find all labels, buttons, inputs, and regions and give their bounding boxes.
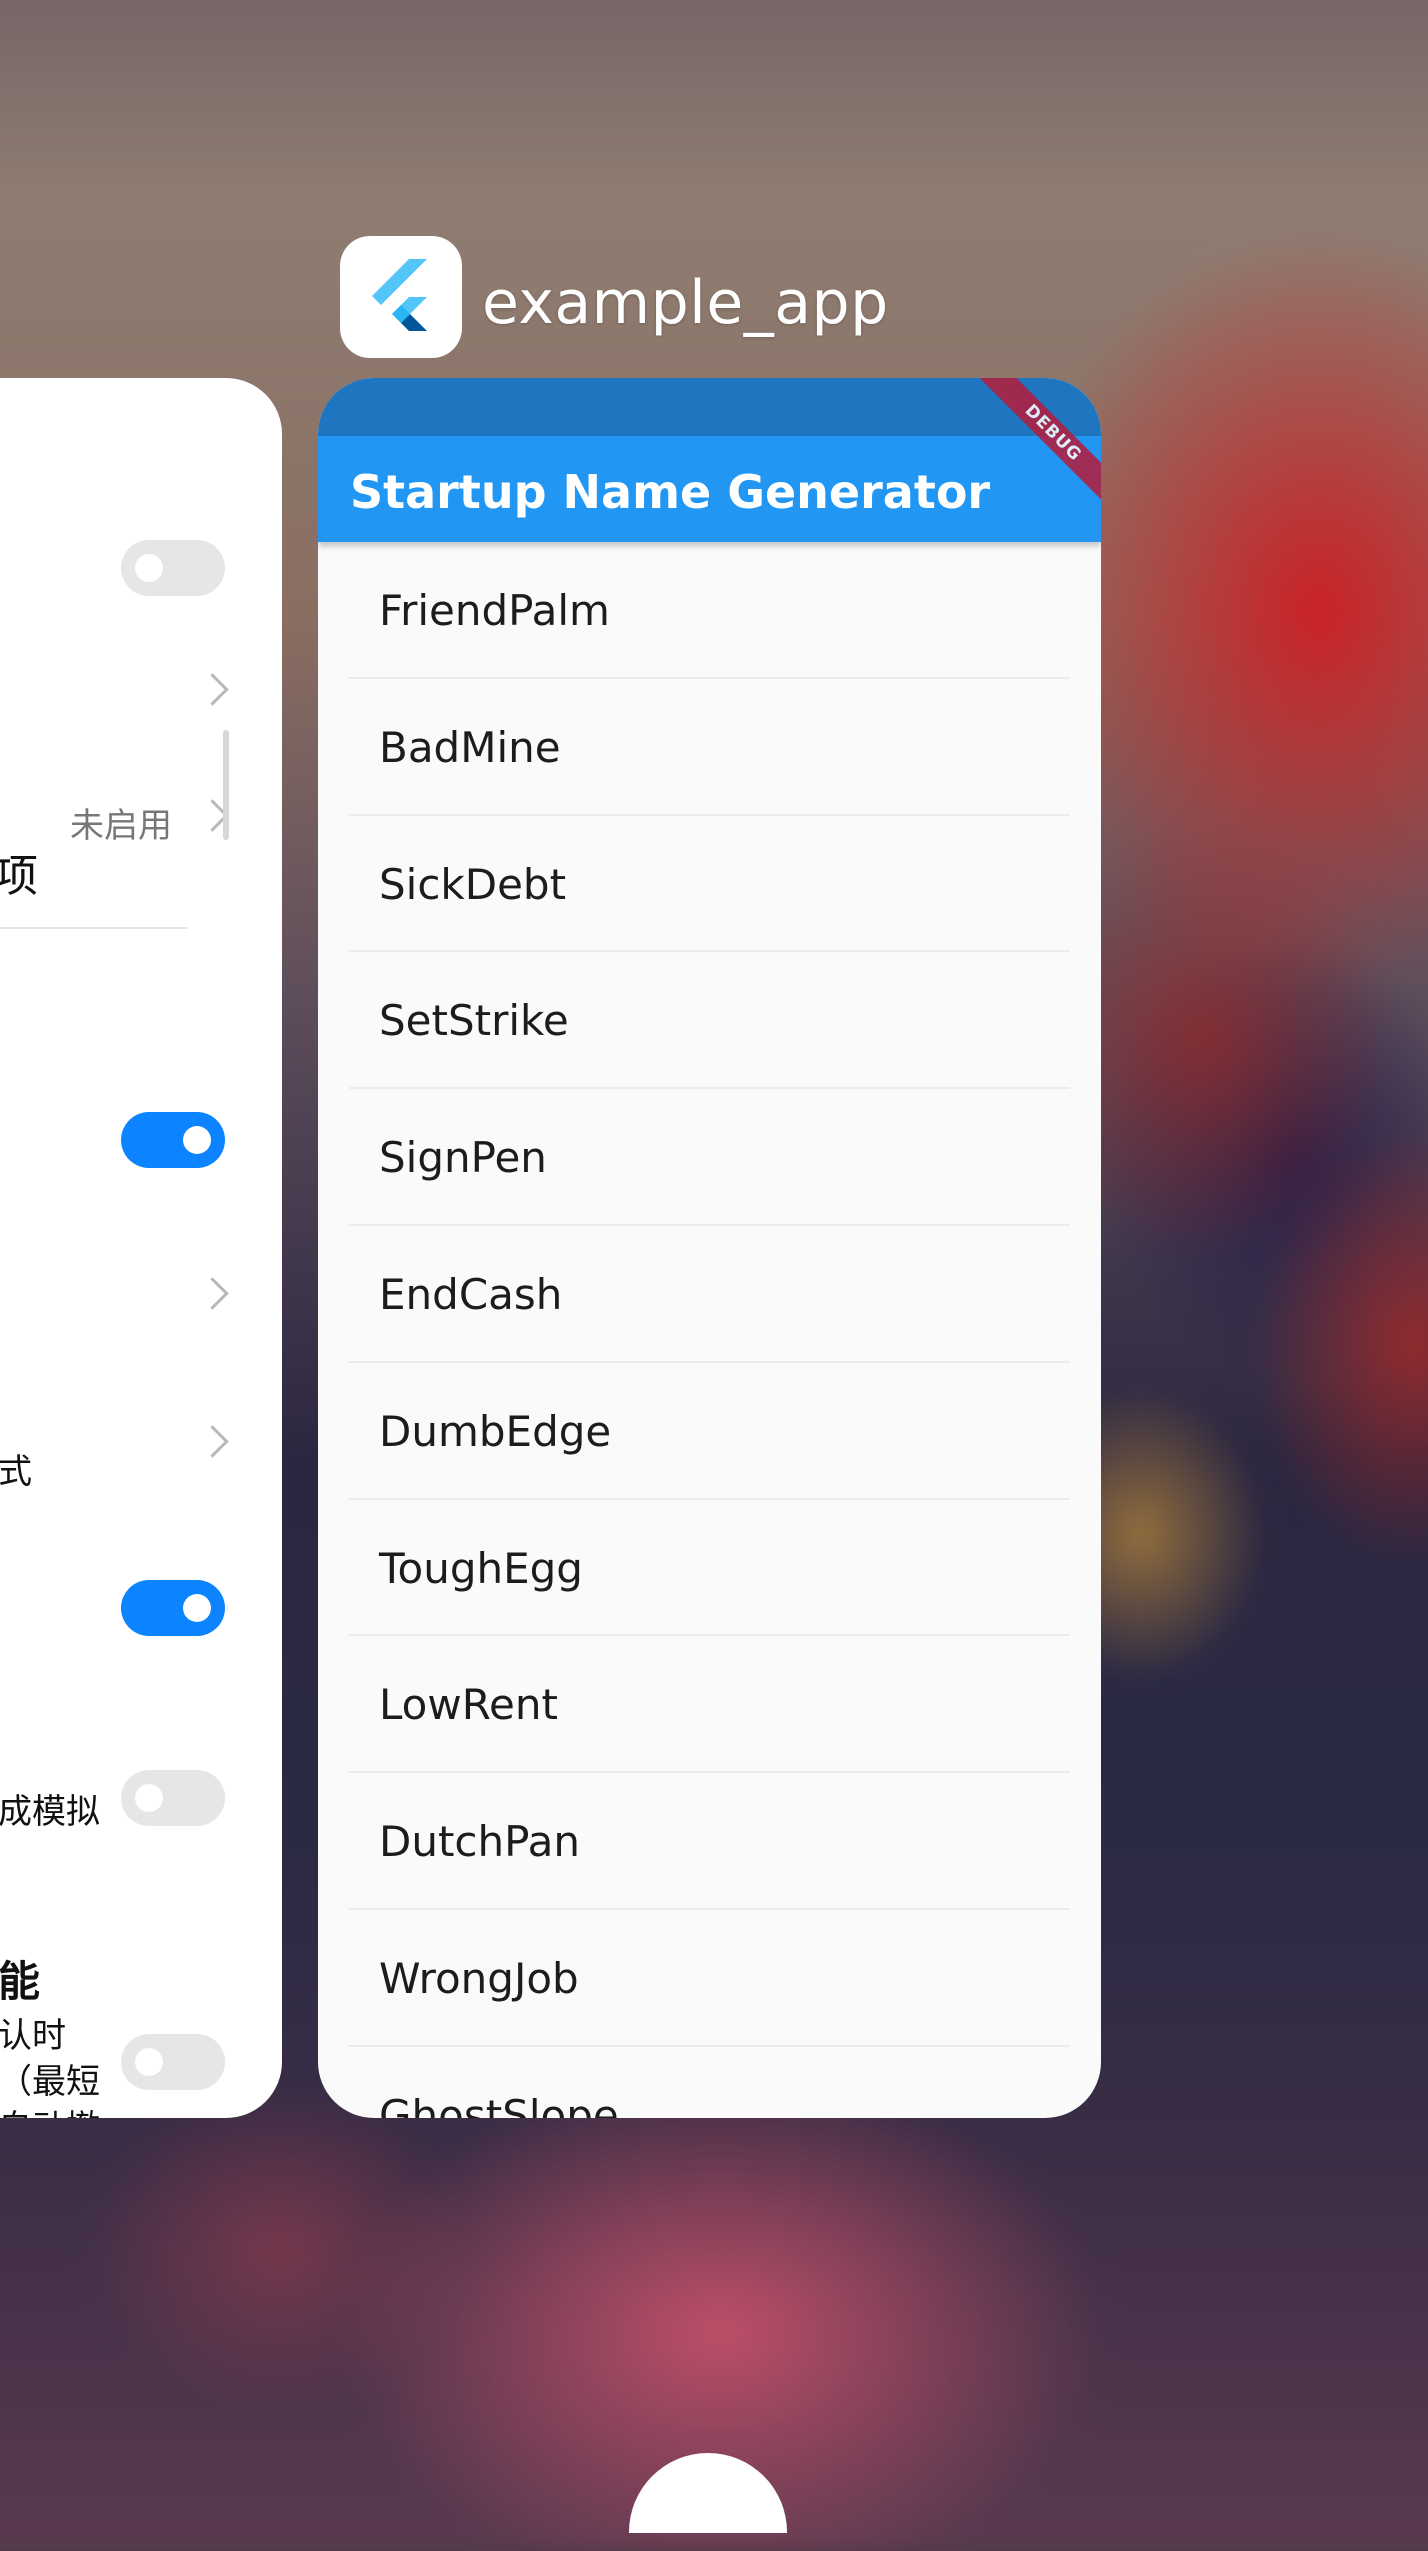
- list-item[interactable]: EndCash: [318, 1226, 1101, 1363]
- list-item[interactable]: GhostSlope: [318, 2047, 1101, 2118]
- row-label-fragment: 式: [0, 1452, 32, 1492]
- chevron-right-icon: [196, 1277, 229, 1310]
- list-item-label: DumbEdge: [379, 1406, 612, 1456]
- list-item-label: DutchPan: [379, 1817, 580, 1867]
- toggle-knob: [135, 554, 163, 582]
- description-line: （最短: [0, 2062, 100, 2102]
- list-item-label: SetStrike: [379, 996, 569, 1046]
- name-list: FriendPalm BadMine SickDebt SetStrike Si…: [318, 542, 1101, 2118]
- description-line: 认时: [0, 2016, 66, 2056]
- list-item[interactable]: SetStrike: [318, 952, 1101, 1090]
- toggle-switch[interactable]: [121, 1770, 225, 1826]
- previous-app-card[interactable]: 项 未启用 式 成模拟 能 认时 （最短 自动撤: [0, 378, 282, 2118]
- list-item-label: BadMine: [379, 722, 561, 772]
- toggle-switch[interactable]: [121, 1112, 225, 1168]
- scrollbar[interactable]: [223, 730, 229, 840]
- toggle-knob: [135, 1784, 163, 1812]
- list-item-label: EndCash: [379, 1269, 563, 1319]
- list-item[interactable]: FriendPalm: [318, 542, 1101, 679]
- flutter-logo-icon[interactable]: [340, 236, 462, 358]
- recent-app-name: example_app: [482, 268, 889, 338]
- section-title-fragment: 能: [0, 1957, 41, 2006]
- unset-status-label: 未启用: [70, 806, 172, 846]
- app-bar: Startup Name Generator: [318, 436, 1101, 542]
- toggle-switch[interactable]: [121, 1580, 225, 1636]
- list-item[interactable]: DutchPan: [318, 1773, 1101, 1910]
- list-item[interactable]: SickDebt: [318, 816, 1101, 953]
- list-item-label: LowRent: [379, 1680, 558, 1730]
- list-item[interactable]: DumbEdge: [318, 1363, 1101, 1500]
- settings-title-fragment: 项: [0, 851, 38, 902]
- list-item-label: FriendPalm: [379, 586, 610, 635]
- list-item[interactable]: WrongJob: [318, 1910, 1101, 2047]
- flutter-logo-icon-graphic: [372, 259, 427, 331]
- toggle-knob: [183, 1126, 211, 1154]
- list-item-label: WrongJob: [379, 1953, 579, 2003]
- list-item-label: SignPen: [379, 1133, 547, 1183]
- toggle-switch[interactable]: [121, 2034, 225, 2090]
- list-item[interactable]: LowRent: [318, 1636, 1101, 1774]
- row-label-fragment: 成模拟: [0, 1792, 100, 1832]
- list-item[interactable]: ToughEgg: [318, 1500, 1101, 1637]
- list-item[interactable]: SignPen: [318, 1089, 1101, 1226]
- list-item-label: ToughEgg: [379, 1543, 583, 1593]
- section-divider: [0, 927, 187, 929]
- toggle-knob: [135, 2048, 163, 2076]
- toggle-switch[interactable]: [121, 540, 225, 596]
- status-bar: [318, 378, 1101, 436]
- description-line: 自动撤: [0, 2100, 100, 2118]
- list-item-label: SickDebt: [379, 859, 567, 909]
- chevron-right-icon: [196, 1425, 229, 1458]
- list-item[interactable]: BadMine: [318, 679, 1101, 816]
- toggle-knob: [183, 1594, 211, 1622]
- app-bar-title: Startup Name Generator: [350, 465, 991, 519]
- list-item-label: GhostSlope: [379, 2090, 619, 2118]
- chevron-right-icon: [196, 673, 229, 706]
- app-preview-card[interactable]: Startup Name Generator DEBUG FriendPalm …: [318, 378, 1101, 2118]
